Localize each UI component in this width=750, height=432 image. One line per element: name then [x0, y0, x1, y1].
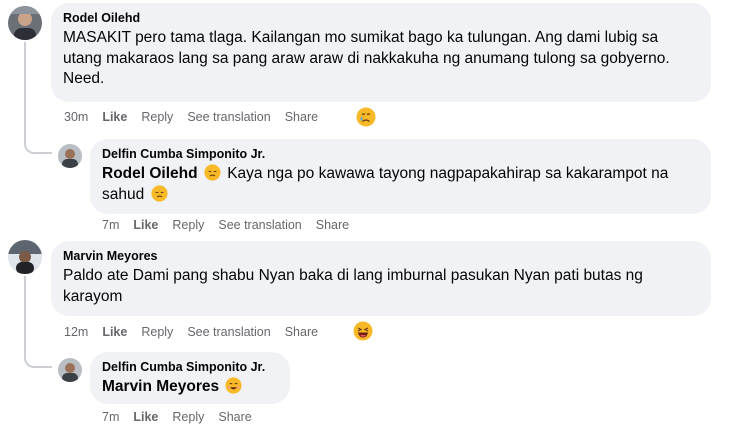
- avatar[interactable]: [58, 144, 82, 168]
- comment-actions: 7m Like Reply See translation Share: [102, 216, 363, 234]
- comment-bubble: Rodel Oilehd MASAKIT pero tama tlaga. Ka…: [51, 3, 711, 102]
- avatar[interactable]: [8, 240, 42, 274]
- pensive-face-icon: [204, 164, 221, 181]
- avatar[interactable]: [58, 358, 82, 382]
- crying-face-icon[interactable]: [356, 107, 376, 127]
- like-button[interactable]: Like: [133, 218, 158, 232]
- reply-button[interactable]: Reply: [141, 110, 173, 124]
- thread-line: [24, 276, 26, 340]
- share-button[interactable]: Share: [218, 410, 251, 424]
- comment-actions: 7m Like Reply Share: [102, 408, 266, 426]
- share-button[interactable]: Share: [285, 110, 318, 124]
- reply-button[interactable]: Reply: [172, 218, 204, 232]
- comment-author[interactable]: Marvin Meyores: [63, 248, 699, 264]
- comment-actions: 30m Like Reply See translation Share: [64, 108, 332, 126]
- laughing-face-icon[interactable]: [353, 321, 373, 341]
- reply-button[interactable]: Reply: [172, 410, 204, 424]
- share-button[interactable]: Share: [316, 218, 349, 232]
- comment-bubble: Marvin Meyores Paldo ate Dami pang shabu…: [51, 241, 711, 316]
- comment-timestamp[interactable]: 7m: [102, 410, 119, 424]
- see-translation-link[interactable]: See translation: [187, 325, 270, 339]
- thread-connector: [24, 132, 52, 154]
- comment-bubble: Delfin Cumba Simponito Jr. Rodel Oilehd …: [90, 139, 711, 214]
- share-button[interactable]: Share: [285, 325, 318, 339]
- comment-actions: 12m Like Reply See translation Share: [64, 323, 332, 341]
- like-button[interactable]: Like: [102, 325, 127, 339]
- mention-link[interactable]: Rodel Oilehd: [102, 165, 198, 182]
- like-button[interactable]: Like: [133, 410, 158, 424]
- mention-link[interactable]: Marvin Meyores: [102, 378, 219, 395]
- thread-connector: [24, 340, 52, 368]
- comment-author[interactable]: Rodel Oilehd: [63, 10, 699, 26]
- see-translation-link[interactable]: See translation: [218, 218, 301, 232]
- comment-text: Paldo ate Dami pang shabu Nyan baka di l…: [63, 267, 643, 305]
- smiling-face-icon: [225, 377, 243, 394]
- comment-author[interactable]: Delfin Cumba Simponito Jr.: [102, 359, 278, 375]
- avatar[interactable]: [8, 6, 42, 40]
- comment-timestamp[interactable]: 30m: [64, 110, 88, 124]
- comment-timestamp[interactable]: 12m: [64, 325, 88, 339]
- reply-button[interactable]: Reply: [141, 325, 173, 339]
- see-translation-link[interactable]: See translation: [187, 110, 270, 124]
- comment-timestamp[interactable]: 7m: [102, 218, 119, 232]
- pensive-face-icon: [150, 184, 168, 202]
- comment-text: Rodel Oilehd Kaya nga po kawawa tayong n…: [102, 164, 699, 205]
- comment-bubble: Delfin Cumba Simponito Jr. Marvin Meyore…: [90, 352, 290, 404]
- comment-author[interactable]: Delfin Cumba Simponito Jr.: [102, 146, 699, 162]
- comment-text: MASAKIT pero tama tlaga. Kailangan mo su…: [63, 29, 670, 87]
- comment-text: Marvin Meyores: [102, 377, 278, 398]
- thread-line: [24, 42, 26, 132]
- like-button[interactable]: Like: [102, 110, 127, 124]
